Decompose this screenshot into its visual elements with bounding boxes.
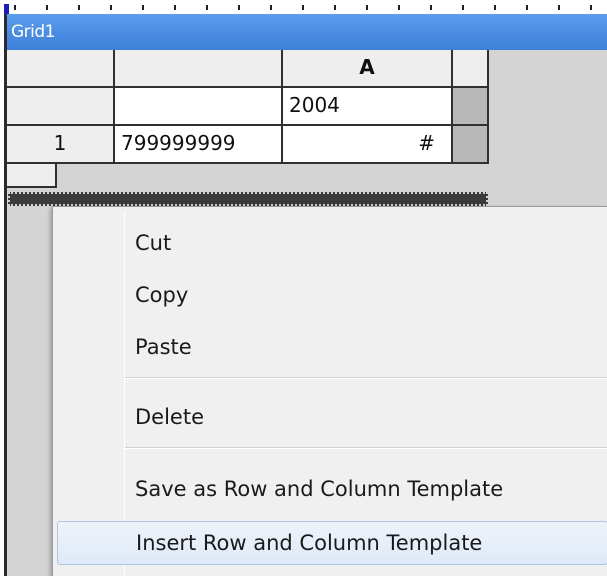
selected-row[interactable]	[8, 192, 488, 206]
ruler-tick	[302, 5, 304, 10]
window-title: Grid1	[7, 14, 607, 50]
menu-separator	[125, 377, 607, 379]
grid-cell-extra[interactable]	[453, 88, 489, 126]
column-header-fixed[interactable]	[115, 50, 283, 88]
row-header-2[interactable]	[7, 164, 57, 188]
grid-cell-year[interactable]: 2004	[283, 88, 453, 126]
ruler-tick	[14, 5, 16, 10]
grid-cell-a1[interactable]: #	[283, 126, 453, 164]
ruler-tick	[206, 5, 208, 10]
ruler-tick	[526, 5, 528, 10]
ruler-tick	[238, 5, 240, 10]
grid-cell-extra[interactable]	[453, 126, 489, 164]
corner-header-cell[interactable]	[7, 50, 115, 88]
row-header-0[interactable]	[7, 88, 115, 126]
ruler-tick	[142, 5, 144, 10]
ruler-tick	[494, 5, 496, 10]
row-header-1[interactable]: 1	[7, 126, 115, 164]
menu-separator	[125, 447, 607, 449]
grid-cell-value[interactable]: 799999999	[115, 126, 283, 164]
context-menu: Cut Copy Paste Delete Save as Row and Co…	[52, 206, 607, 576]
menu-item-delete[interactable]: Delete	[57, 395, 607, 439]
ruler-tick	[462, 5, 464, 10]
grid-cell[interactable]	[115, 88, 283, 126]
ruler-tick	[334, 5, 336, 10]
menu-item-insert-template[interactable]: Insert Row and Column Template	[57, 521, 607, 565]
ruler-tick	[78, 5, 80, 10]
ruler-tick	[110, 5, 112, 10]
ruler-tick	[46, 5, 48, 10]
ruler-tick	[366, 5, 368, 10]
ruler-tick	[398, 5, 400, 10]
column-header-a[interactable]: A	[283, 50, 453, 88]
menu-item-paste[interactable]: Paste	[57, 325, 607, 369]
ruler-tick	[590, 5, 592, 10]
menu-item-copy[interactable]: Copy	[57, 273, 607, 317]
ruler-tick	[558, 5, 560, 10]
ruler-tick	[430, 5, 432, 10]
menu-item-save-template[interactable]: Save as Row and Column Template	[57, 467, 607, 511]
column-header-extra[interactable]	[453, 50, 489, 88]
menu-item-cut[interactable]: Cut	[57, 221, 607, 265]
top-ruler	[0, 0, 607, 14]
ruler-tick	[174, 5, 176, 10]
ruler-tick	[270, 5, 272, 10]
